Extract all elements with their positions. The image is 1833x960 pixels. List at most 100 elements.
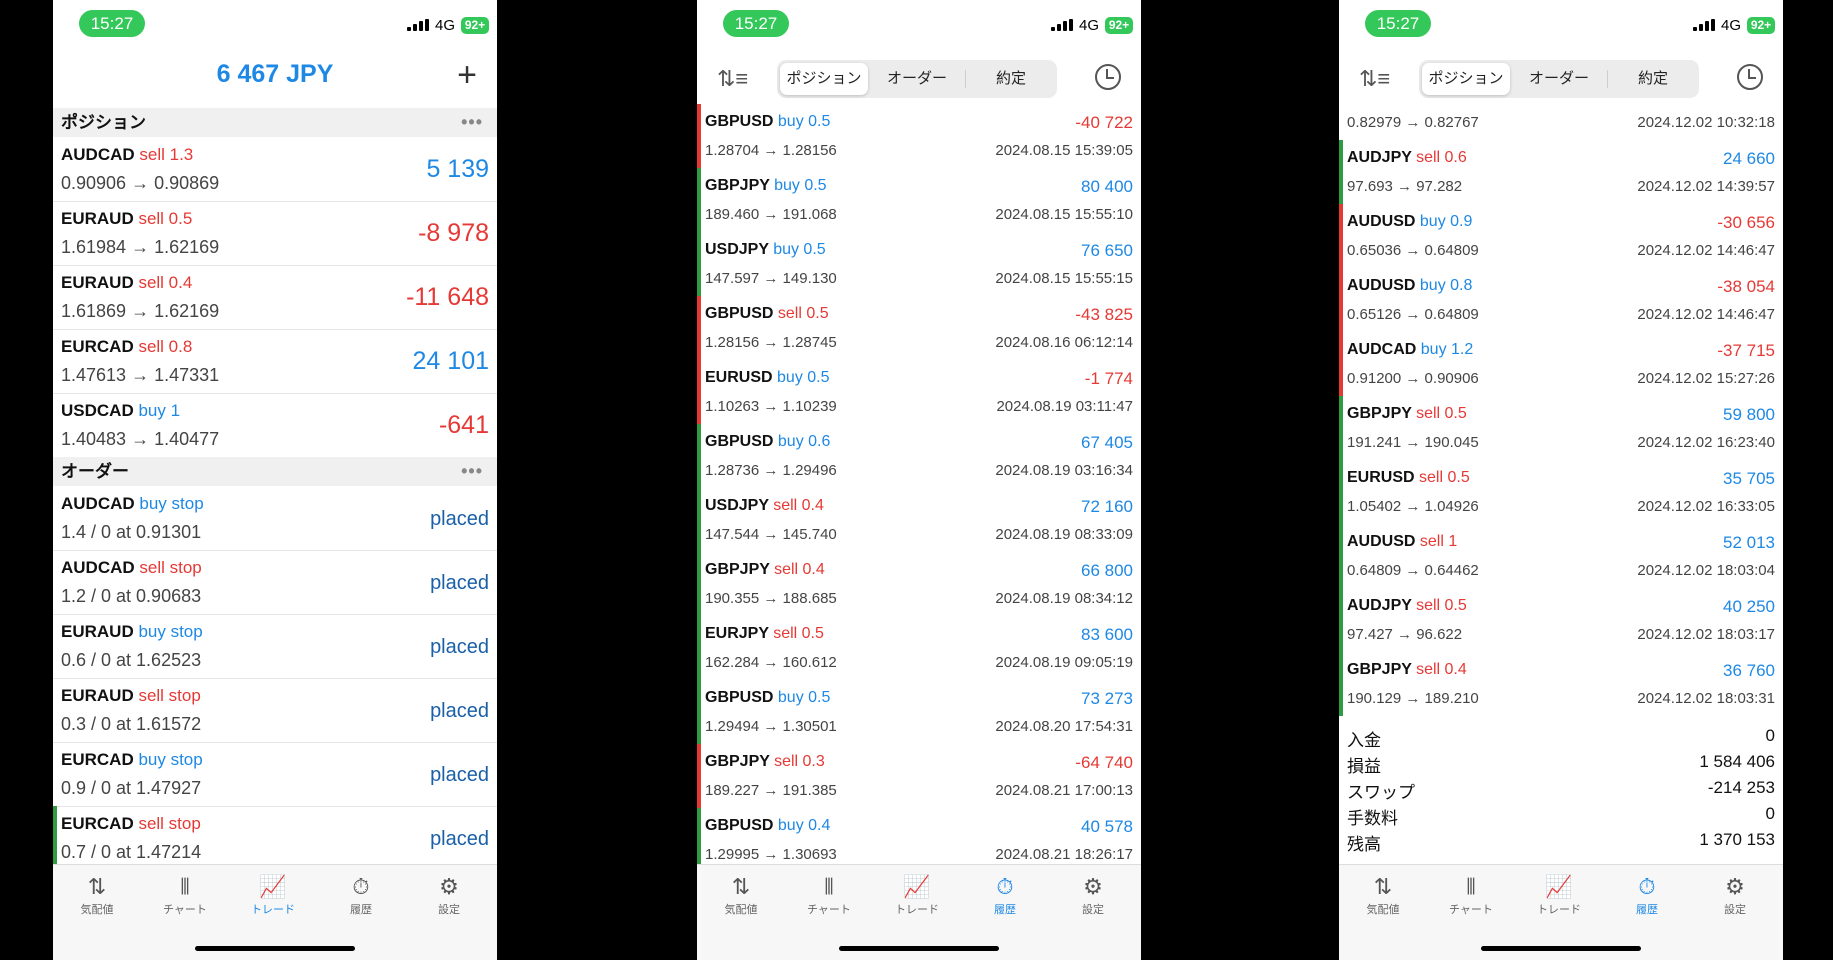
history-row[interactable]: AUDUSD sell 1 0.64809 → 0.64462 52 013 2024…: [1339, 524, 1783, 588]
tab-history[interactable]: ⏱ 履歴: [961, 873, 1049, 917]
account-balance[interactable]: 6 467 JPY: [53, 60, 497, 89]
home-indicator: [195, 946, 355, 951]
trade-icon: 📈: [259, 874, 287, 899]
row-status: placed: [430, 508, 489, 530]
tab-quotes[interactable]: ⇅ 気配値: [53, 873, 141, 917]
tab-positions[interactable]: ポジション: [1422, 63, 1510, 95]
quotes-icon: ⇅: [731, 874, 751, 899]
position-row[interactable]: EURAUD sell 0.4 1.61869 → 1.62169 -11 648: [53, 265, 497, 330]
order-row[interactable]: EURCAD sell stop 0.7 / 0 at 1.47214 placed: [53, 806, 497, 871]
row-detail: 1.4 / 0 at 0.91301: [61, 522, 202, 542]
tab-quotes[interactable]: ⇅ 気配値: [1339, 873, 1427, 917]
history-row[interactable]: GBPJPY buy 0.5 189.460 → 191.068 80 400 202…: [697, 168, 1141, 232]
history-row[interactable]: AUDCAD buy 1.2 0.91200 → 0.90906 -37 715 20…: [1339, 332, 1783, 396]
tab-trade[interactable]: 📈 トレード: [1515, 873, 1603, 917]
row-prices: 162.284 → 160.612: [705, 654, 837, 671]
order-row[interactable]: AUDCAD sell stop 1.2 / 0 at 0.90683 placed: [53, 550, 497, 615]
row-accent-bar: [697, 488, 701, 552]
clock-icon[interactable]: [1737, 64, 1763, 90]
row-symbol: AUDUSD buy 0.9: [1347, 213, 1473, 230]
tab-quotes[interactable]: ⇅ 気配値: [697, 873, 785, 917]
tab-settings[interactable]: ⚙ 設定: [405, 873, 493, 917]
sort-icon[interactable]: ⇅≡: [1359, 66, 1390, 92]
tab-chart[interactable]: ⫴ チャート: [1427, 873, 1515, 917]
row-side: buy 1: [138, 401, 181, 420]
tab-trade[interactable]: 📈 トレード: [229, 873, 317, 917]
history-row[interactable]: GBPUSD sell 0.5 1.28156 → 1.28745 -43 825 2…: [697, 296, 1141, 360]
order-row[interactable]: EURAUD sell stop 0.3 / 0 at 1.61572 placed: [53, 678, 497, 743]
history-row[interactable]: GBPJPY sell 0.4 190.355 → 188.685 66 800 20…: [697, 552, 1141, 616]
tab-deals[interactable]: 約定: [1609, 63, 1697, 95]
row-date: 2024.08.19 09:05:19: [995, 654, 1133, 671]
history-row[interactable]: GBPUSD buy 0.5 1.29494 → 1.30501 73 273 202…: [697, 680, 1141, 744]
trade-icon: 📈: [1545, 874, 1573, 899]
history-row[interactable]: GBPJPY sell 0.4 190.129 → 189.210 36 760 20…: [1339, 652, 1783, 716]
order-row[interactable]: EURCAD buy stop 0.9 / 0 at 1.47927 placed: [53, 742, 497, 807]
history-row[interactable]: AUDJPY sell 0.5 97.427 → 96.622 40 250 2024…: [1339, 588, 1783, 652]
history-row[interactable]: GBPUSD buy 0.4 1.29995 → 1.30693 40 578 202…: [697, 808, 1141, 872]
row-prices: 190.129 → 189.210: [1347, 690, 1479, 707]
history-row-partial[interactable]: 0.82979 → 0.82767 2024.12.02 10:32:18: [1339, 100, 1783, 140]
history-row[interactable]: AUDUSD buy 0.9 0.65036 → 0.64809 -30 656 20…: [1339, 204, 1783, 268]
row-date: 2024.08.16 06:12:14: [995, 334, 1133, 351]
history-row[interactable]: EURUSD sell 0.5 1.05402 → 1.04926 35 705 20…: [1339, 460, 1783, 524]
row-side: sell stop: [138, 814, 201, 833]
status-time: 15:27: [79, 10, 145, 37]
history-row[interactable]: GBPUSD buy 0.6 1.28736 → 1.29496 67 405 202…: [697, 424, 1141, 488]
history-row[interactable]: EURUSD buy 0.5 1.10263 → 1.10239 -1 774 202…: [697, 360, 1141, 424]
row-profit: -1 774: [1084, 369, 1133, 388]
tab-chart[interactable]: ⫴ チャート: [785, 873, 873, 917]
history-row[interactable]: EURJPY sell 0.5 162.284 → 160.612 83 600 20…: [697, 616, 1141, 680]
row-prices: 147.544 → 145.740: [705, 526, 837, 543]
tab-orders[interactable]: オーダー: [1513, 63, 1605, 95]
row-date: 2024.08.15 15:55:10: [995, 206, 1133, 223]
tab-history[interactable]: ⏱ 履歴: [1603, 873, 1691, 917]
row-profit: 72 160: [1081, 497, 1133, 516]
row-symbol: EURJPY sell 0.5: [705, 625, 824, 642]
position-row[interactable]: AUDCAD sell 1.3 0.90906 → 0.90869 5 139: [53, 137, 497, 202]
position-row[interactable]: EURCAD sell 0.8 1.47613 → 1.47331 24 101: [53, 329, 497, 394]
tab-positions[interactable]: ポジション: [780, 63, 868, 95]
row-date: 2024.08.15 15:39:05: [995, 142, 1133, 159]
row-profit: 40 578: [1081, 817, 1133, 836]
tab-history[interactable]: ⏱ 履歴: [317, 873, 405, 917]
tab-settings[interactable]: ⚙ 設定: [1691, 873, 1779, 917]
history-row[interactable]: USDJPY buy 0.5 147.597 → 149.130 76 650 202…: [697, 232, 1141, 296]
row-date: 2024.12.02 18:03:17: [1637, 626, 1775, 643]
row-profit: -43 825: [1075, 305, 1133, 324]
history-row[interactable]: AUDJPY sell 0.6 97.693 → 97.282 24 660 2024…: [1339, 140, 1783, 204]
tab-trade[interactable]: 📈 トレード: [873, 873, 961, 917]
history-row[interactable]: GBPJPY sell 0.5 191.241 → 190.045 59 800 20…: [1339, 396, 1783, 460]
history-row[interactable]: AUDUSD buy 0.8 0.65126 → 0.64809 -38 054 20…: [1339, 268, 1783, 332]
row-accent-bar: [1339, 524, 1343, 588]
tab-label: 気配値: [724, 904, 758, 916]
tab-chart[interactable]: ⫴ チャート: [141, 873, 229, 917]
order-row[interactable]: EURAUD buy stop 0.6 / 0 at 1.62523 placed: [53, 614, 497, 679]
plus-icon[interactable]: +: [457, 58, 477, 92]
clock-icon[interactable]: [1095, 64, 1121, 90]
history-row[interactable]: GBPUSD buy 0.5 1.28704 → 1.28156 -40 722 20…: [697, 104, 1141, 168]
row-profit: 35 705: [1723, 469, 1775, 488]
positions-label: ポジション: [61, 113, 146, 132]
row-profit: 76 650: [1081, 241, 1133, 260]
tab-settings[interactable]: ⚙ 設定: [1049, 873, 1137, 917]
history-row[interactable]: USDJPY sell 0.4 147.544 → 145.740 72 160 20…: [697, 488, 1141, 552]
history-row[interactable]: GBPJPY sell 0.3 189.227 → 191.385 -64 740 2…: [697, 744, 1141, 808]
tab-deals[interactable]: 約定: [967, 63, 1055, 95]
history-icon: ⏱: [352, 874, 370, 899]
row-prices: 0.65036 → 0.64809: [1347, 242, 1479, 259]
more-dots-icon[interactable]: •••: [461, 457, 483, 486]
row-profit: -11 648: [406, 283, 489, 311]
gear-icon: ⚙: [1083, 874, 1103, 899]
tab-orders[interactable]: オーダー: [871, 63, 963, 95]
row-side: sell 0.4: [1416, 661, 1467, 678]
row-prices: 1.29494 → 1.30501: [705, 718, 837, 735]
order-row[interactable]: AUDCAD buy stop 1.4 / 0 at 0.91301 placed: [53, 486, 497, 551]
position-row[interactable]: USDCAD buy 1 1.40483 → 1.40477 -641: [53, 393, 497, 458]
row-accent-bar: [697, 168, 701, 232]
sort-icon[interactable]: ⇅≡: [717, 66, 748, 92]
row-side: buy 0.5: [777, 369, 830, 386]
position-row[interactable]: EURAUD sell 0.5 1.61984 → 1.62169 -8 978: [53, 201, 497, 266]
more-dots-icon[interactable]: •••: [461, 108, 483, 137]
summary-row: 入金 0: [1339, 724, 1783, 750]
